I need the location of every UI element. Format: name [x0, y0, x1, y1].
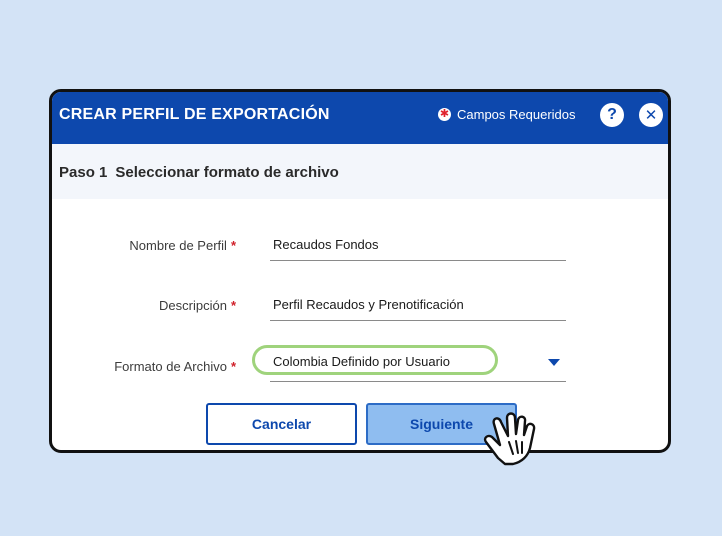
required-star: * [230, 359, 236, 374]
required-fields-note: ✱ Campos Requeridos [438, 107, 576, 122]
file-format-select[interactable]: Colombia Definido por Usuario [252, 345, 566, 382]
cancel-button[interactable]: Cancelar [206, 403, 357, 445]
dialog-title: CREAR PERFIL DE EXPORTACIÓN [59, 106, 330, 123]
profile-name-label: Nombre de Perfil * [129, 238, 236, 253]
step-number: Paso 1 [59, 164, 108, 181]
required-star: * [230, 238, 236, 253]
required-fields-label: Campos Requeridos [457, 107, 576, 122]
export-profile-dialog: CREAR PERFIL DE EXPORTACIÓN ✱ Campos Req… [49, 89, 671, 453]
required-star: * [230, 298, 236, 313]
file-format-row: Formato de Archivo * Colombia Definido po… [52, 345, 668, 390]
profile-name-input[interactable]: Recaudos Fondos [270, 229, 566, 261]
description-row: Descripción * Perfil Recaudos y Prenotifi… [52, 289, 668, 329]
help-icon[interactable]: ? [600, 103, 624, 127]
profile-name-value: Recaudos Fondos [273, 237, 379, 252]
dialog-header: CREAR PERFIL DE EXPORTACIÓN ✱ Campos Req… [52, 92, 668, 144]
chevron-down-icon[interactable] [548, 359, 560, 366]
step-title: Seleccionar formato de archivo [115, 164, 339, 181]
description-value: Perfil Recaudos y Prenotificación [273, 297, 464, 312]
step-heading: Paso 1 Seleccionar formato de archivo [59, 164, 347, 181]
close-icon[interactable]: ✕ [639, 103, 663, 127]
profile-name-row: Nombre de Perfil * Recaudos Fondos [52, 229, 668, 269]
file-format-value: Colombia Definido por Usuario [273, 354, 451, 369]
description-input[interactable]: Perfil Recaudos y Prenotificación [270, 289, 566, 321]
hand-pointer-icon [483, 412, 536, 466]
file-format-label: Formato de Archivo * [114, 359, 236, 374]
description-label: Descripción * [159, 298, 236, 313]
step-bar: Paso 1 Seleccionar formato de archivo [52, 144, 668, 199]
asterisk-icon: ✱ [438, 108, 451, 121]
